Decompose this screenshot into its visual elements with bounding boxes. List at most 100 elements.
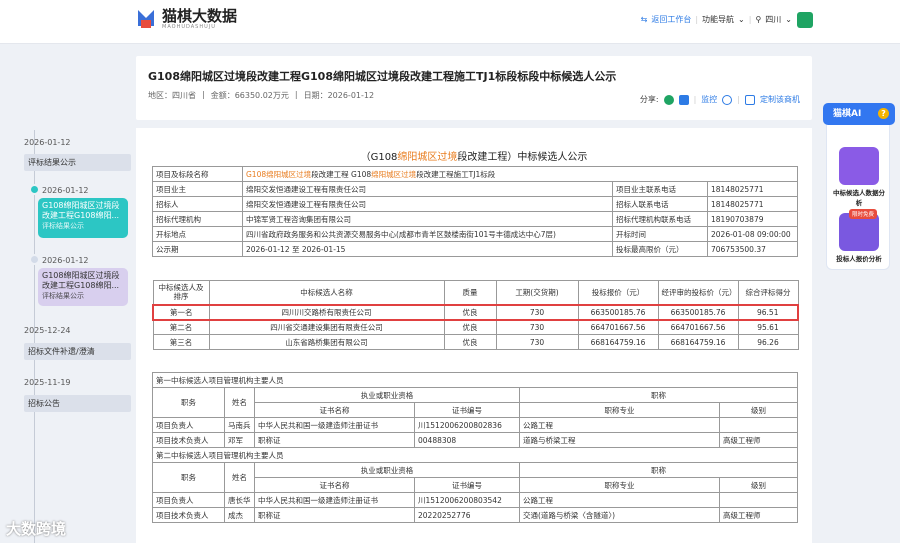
table-cell: 中华人民共和国一级建造师注册证书 [254, 492, 415, 508]
candidate-analysis-icon[interactable] [839, 147, 879, 185]
table-cell: 项目及标段名称 [152, 166, 243, 182]
region-selector[interactable]: 四川 [765, 14, 781, 25]
table-header: 证书编号 [414, 402, 520, 418]
ai-title: 猫棋AI [833, 109, 862, 119]
table-row: 项目及标段名称 G108绵阳城区过境段改建工程 G108绵阳城区过境段改建工程施… [152, 166, 799, 182]
table-cell: 中锦军贤工程咨询集团有限公司 [242, 211, 613, 227]
notice-header: G108绵阳城区过境段改建工程G108绵阳城区过境段改建工程施工TJ1标段标段中… [136, 56, 812, 120]
subscribe-icon [745, 94, 755, 105]
subscribe-link[interactable]: 定制该商机 [760, 94, 800, 105]
table-cell: 道路与桥梁工程 [519, 432, 720, 448]
table-cell [718, 417, 799, 433]
timeline-item-active[interactable]: G108绵阳城区过境段改建工程G108绵阳... 评标结果公示 [38, 198, 128, 238]
table-cell: 邓军 [224, 432, 255, 448]
section-title: 第二中标候选人项目管理机构主要人员 [151, 447, 799, 463]
table-cell: 706753500.37 [706, 241, 799, 257]
table-cell: 招标人联系电话 [612, 196, 708, 212]
table-header: 中标候选人及排序 [152, 280, 210, 305]
notice-content: （G108绵阳城区过境段改建工程）中标候选人公示 项目及标段名称 G108绵阳城… [136, 128, 812, 543]
table-header-row: 职务 姓名 执业或职业资格 职称 [152, 462, 799, 493]
table-cell: 招标代理机构联系电话 [612, 211, 708, 227]
page-title: G108绵阳城区过境段改建工程G108绵阳城区过境段改建工程施工TJ1标段标段中… [148, 70, 617, 83]
doc-title-pre: （G108 [360, 152, 398, 163]
table-row: 第二中标候选人项目管理机构主要人员 [151, 447, 799, 463]
table-row: 项目业主 绵阳交发恒通建设工程有限责任公司 项目业主联系电话 18148025771 [152, 181, 799, 197]
table-cell: 663500185.76 [577, 303, 659, 321]
chevron-down-icon: ⌄ [738, 15, 745, 24]
table-cell: 18148025771 [706, 196, 799, 212]
project-name-part: 段改建工程 G108 [311, 169, 372, 179]
watermark-text: 大数跨境 [6, 520, 67, 538]
table-cell: 高级工程师 [718, 507, 799, 523]
table-cell: 668164759.16 [657, 334, 739, 350]
table-cell: 优良 [443, 303, 497, 321]
wechat-icon[interactable] [663, 94, 674, 105]
table-header: 职称 [518, 387, 799, 403]
doc-title-highlight: 绵阳城区过境 [397, 152, 458, 163]
table-cell: 绵阳交发恒通建设工程有限责任公司 [242, 181, 613, 197]
table-header: 投标报价（元） [577, 280, 659, 305]
table-cell: 高级工程师 [718, 432, 799, 448]
table-cell: 绵阳交发恒通建设工程有限责任公司 [242, 196, 613, 212]
table-cell: 优良 [443, 319, 497, 335]
candidates-table: 中标候选人及排序 中标候选人名称 质量 工期(交货期) 投标报价（元） 经评审的… [152, 280, 799, 350]
table-cell: 730 [495, 334, 579, 350]
timeline: 2026-01-12 评标结果公示 2026-01-12 G108绵阳城区过境段… [12, 130, 131, 543]
table-row: 项目负责人 马南兵 中华人民共和国一级建造师注册证书 川151200620080283… [152, 417, 799, 433]
table-cell: 唐长华 [224, 492, 255, 508]
project-name-part: 段改建工程施工TJ1标段 [416, 169, 496, 179]
table-cell: 18148025771 [706, 181, 799, 197]
timeline-item[interactable]: 评标结果公示 [24, 154, 131, 171]
project-name-part: 绵阳城区过境 [371, 169, 417, 179]
table-cell: 山东省路桥集团有限公司 [208, 334, 445, 350]
timeline-item[interactable]: 招标公告 [24, 395, 131, 412]
table-row: 项目负责人 唐长华 中华人民共和国一级建造师注册证书 川151200620080354… [152, 492, 799, 508]
table-cell: 项目负责人 [152, 492, 225, 508]
table-row: 项目技术负责人 邓军 职称证 00488308 道路与桥梁工程 高级工程师 [152, 432, 799, 448]
candidate-analysis-link[interactable]: 中标候选人数据分析 [827, 187, 891, 207]
table-cell: 成杰 [224, 507, 255, 523]
table-header: 姓名 [224, 387, 255, 418]
table-cell: 2026-01-08 09:00:00 [706, 226, 799, 242]
function-nav-menu[interactable]: 功能导航 [702, 14, 734, 25]
section-title: 第一中标候选人项目管理机构主要人员 [151, 372, 799, 388]
table-cell: 730 [495, 319, 579, 335]
logo-text: 猫棋大数据 [162, 7, 238, 25]
table-cell: 项目负责人 [152, 417, 225, 433]
table-row: 开标地点 四川省政府政务服务和公共资源交易服务中心(成都市青羊区鼓楼南街101号丰… [152, 226, 799, 242]
table-row: 第一中标候选人项目管理机构主要人员 [151, 372, 799, 388]
date-text: 日期：2026-01-12 [303, 91, 375, 100]
qq-icon[interactable] [678, 94, 689, 105]
table-header: 证书名称 [254, 402, 415, 418]
user-avatar[interactable] [797, 12, 813, 28]
table-cell: 马南兵 [224, 417, 255, 433]
ai-panel: 猫棋AI ? 中标候选人数据分析 限时免费 投标人报价分析 [823, 103, 895, 270]
back-to-workbench-link[interactable]: 返回工作台 [651, 14, 691, 25]
table-cell: 交通(道路与桥梁〈含隧道〉) [519, 507, 720, 523]
location-icon: ⚲ [755, 15, 762, 24]
ai-panel-header[interactable]: 猫棋AI ? [823, 103, 895, 125]
table-cell: 项目业主 [152, 181, 243, 197]
top-bar: 猫棋大数据 MAOHUDASHUJU ⇆ 返回工作台 | 功能导航 ⌄ | ⚲ … [0, 0, 900, 44]
table-cell: 项目技术负责人 [152, 432, 225, 448]
help-icon[interactable]: ? [878, 108, 889, 119]
table-header: 证书名称 [254, 477, 415, 493]
chevron-down-icon: ⌄ [785, 15, 792, 24]
table-header: 综合评标得分 [737, 280, 799, 305]
table-cell: 项目技术负责人 [152, 507, 225, 523]
table-cell: 优良 [443, 334, 497, 350]
table-cell: 95.61 [737, 319, 799, 335]
bidder-analysis-link[interactable]: 投标人报价分析 [827, 253, 891, 263]
timeline-item[interactable]: 招标文件补遗/澄清 [24, 343, 131, 360]
table-cell: 开标时间 [612, 226, 708, 242]
timeline-item-label: G108绵阳城区过境段改建工程G108绵阳... [42, 271, 120, 290]
table-header: 工期(交货期) [495, 280, 579, 305]
table-cell: 川1512006200802836 [414, 417, 520, 433]
table-cell: 四川省交通建设集团有限责任公司 [208, 319, 445, 335]
monitor-link[interactable]: 监控 [701, 94, 717, 105]
timeline-item[interactable]: G108绵阳城区过境段改建工程G108绵阳... 评标结果公示 [38, 268, 128, 306]
table-cell: 668164759.16 [577, 334, 659, 350]
logo[interactable]: 猫棋大数据 MAOHUDASHUJU [134, 6, 237, 32]
table-cell: 730 [495, 303, 579, 321]
timeline-dot [29, 254, 40, 265]
